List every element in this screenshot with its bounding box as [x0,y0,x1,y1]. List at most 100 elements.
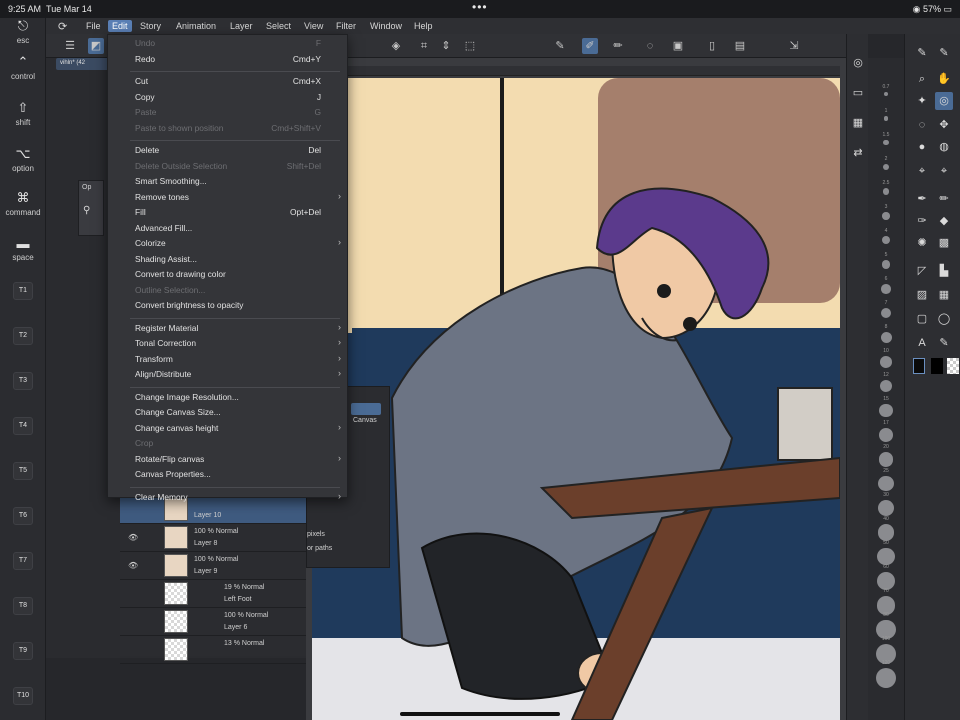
brush-size-preset[interactable]: 4 [872,228,900,234]
brush-size-preset[interactable]: 6 [872,276,900,282]
pen-icon[interactable]: ✒ [913,190,931,208]
pen-tool-icon[interactable]: ✎ [913,44,931,62]
fill-icon[interactable]: ▙ [935,262,953,280]
pen-check-icon[interactable]: ✎ [552,38,568,54]
menu-file[interactable]: File [82,20,105,32]
t10-button[interactable]: T10 [13,687,33,705]
t8-button[interactable]: T8 [13,597,33,615]
menu-item-tonal-correction[interactable]: Tonal Correction › [108,337,347,351]
balloon-icon[interactable]: ◯ [935,310,953,328]
lasso-icon[interactable]: ◌ [642,38,658,54]
brush-size-preset[interactable]: 20 [872,444,900,450]
hand-icon[interactable]: ✋ [935,70,953,88]
brush-size-preset[interactable]: 2.5 [872,180,900,186]
layer-mask-icon[interactable]: ▣ [670,38,686,54]
eraser-icon[interactable]: ◆ [935,212,953,230]
layer-row[interactable]: 13 % Normal [120,636,306,664]
menu-layer[interactable]: Layer [226,20,257,32]
hamburger-icon[interactable]: ☰ [62,38,78,54]
home-indicator[interactable] [400,712,560,716]
shift-key[interactable]: ⇧ shift [0,100,46,127]
brush-size-preset[interactable]: 1.5 [872,132,900,138]
pattern-icon[interactable]: ▩ [935,234,953,252]
menu-window[interactable]: Window [366,20,406,32]
menu-item-transform[interactable]: Transform › [108,353,347,367]
t1-button[interactable]: T1 [13,282,33,300]
brush-size-preset[interactable]: 7 [872,300,900,306]
figure-icon[interactable]: ◸ [913,262,931,280]
brush-size-preset[interactable]: 60 [872,564,900,570]
esc-key[interactable]: ⎋ esc [0,18,46,45]
menu-animation[interactable]: Animation [172,20,220,32]
magic-wand-icon[interactable]: ✦ [913,92,931,110]
menu-item-remove-tones[interactable]: Remove tones › [108,191,347,205]
artwork-canvas[interactable] [312,78,840,720]
reference-icon[interactable]: ▤ [732,38,748,54]
export-icon[interactable]: ⇲ [786,38,802,54]
menu-view[interactable]: View [300,20,327,32]
brush-size-preset[interactable]: 30 [872,492,900,498]
brush-icon[interactable]: ✐ [582,38,598,54]
phone-icon[interactable]: ▯ [704,38,720,54]
pencil-icon[interactable]: ✏ [935,190,953,208]
fill-bucket-icon[interactable]: ◈ [388,38,404,54]
menu-item-convert-to-drawing-color[interactable]: Convert to drawing color [108,268,347,282]
zoom-icon[interactable]: ⌕ [913,70,931,88]
calendar-icon[interactable]: ▦ [849,114,867,132]
pen-tool-alt-icon[interactable]: ✎ [935,44,953,62]
eraser-pen-icon[interactable]: ✏ [610,38,626,54]
menu-item-rotate-flip-canvas[interactable]: Rotate/Flip canvas › [108,453,347,467]
lasso-tool-icon[interactable]: ◌ [913,116,931,134]
t4-button[interactable]: T4 [13,417,33,435]
menu-item-convert-brightness-to-opacity[interactable]: Convert brightness to opacity [108,299,347,313]
layer-row[interactable]: 👁 100 % Normal Layer 8 [120,524,306,552]
eye-icon[interactable]: 👁 [128,533,138,542]
blend-icon[interactable]: ✺ [913,234,931,252]
menu-item-shading-assist[interactable]: Shading Assist... [108,253,347,267]
brush-size-preset[interactable]: 40 [872,516,900,522]
command-key[interactable]: ⌘ command [0,190,46,217]
sub-tool-icon[interactable]: ⚲ [83,205,90,216]
menu-item-copy[interactable]: Copy J [108,91,347,105]
brush-size-preset[interactable]: 8 [872,324,900,330]
menu-item-smart-smoothing[interactable]: Smart Smoothing... [108,175,347,189]
space-key[interactable]: ▬ space [0,236,46,262]
menu-item-advanced-fill[interactable]: Advanced Fill... [108,222,347,236]
main-color-swatch[interactable] [913,358,925,374]
menu-item-canvas-properties[interactable]: Canvas Properties... [108,468,347,482]
menu-filter[interactable]: Filter [332,20,360,32]
brush-size-preset[interactable]: 12 [872,372,900,378]
layer-row[interactable]: 19 % Normal Left Foot [120,580,306,608]
brush-size-preset[interactable]: 120 [872,660,900,666]
crop-icon[interactable]: ⌗ [416,38,432,54]
brush-size-preset[interactable]: 80 [872,612,900,618]
rectangle-icon[interactable]: ▢ [913,310,931,328]
brush-size-preset[interactable]: 2 [872,156,900,162]
sub-color-swatch[interactable] [931,358,943,374]
multitask-dots[interactable]: ••• [472,0,488,14]
brush-size-preset[interactable]: 15 [872,396,900,402]
menu-item-register-material[interactable]: Register Material › [108,322,347,336]
move-icon[interactable]: ✥ [935,116,953,134]
menu-select[interactable]: Select [262,20,295,32]
auto-select-icon[interactable]: ● [913,138,931,156]
layer-row[interactable]: 👁 100 % Normal Layer 9 [120,552,306,580]
brush-size-preset[interactable]: 100 [872,636,900,642]
menu-help[interactable]: Help [410,20,437,32]
flip-icon[interactable]: ⇕ [438,38,454,54]
t2-button[interactable]: T2 [13,327,33,345]
menu-item-change-canvas-height[interactable]: Change canvas height › [108,422,347,436]
t7-button[interactable]: T7 [13,552,33,570]
navigator-icon[interactable]: ▭ [849,84,867,102]
menu-item-align-distribute[interactable]: Align/Distribute › [108,368,347,382]
brush-size-preset[interactable]: 50 [872,540,900,546]
t5-button[interactable]: T5 [13,462,33,480]
brush-size-preset[interactable]: 17 [872,420,900,426]
brush-size-preset[interactable]: 5 [872,252,900,258]
eyedropper-icon[interactable]: ⌖ [913,162,931,180]
eye-icon[interactable]: 👁 [128,561,138,570]
menu-item-fill[interactable]: Fill Opt+Del [108,206,347,220]
brush-size-preset[interactable]: 25 [872,468,900,474]
speech-bubble-icon[interactable]: ◍ [935,138,953,156]
menu-item-change-canvas-size[interactable]: Change Canvas Size... [108,406,347,420]
